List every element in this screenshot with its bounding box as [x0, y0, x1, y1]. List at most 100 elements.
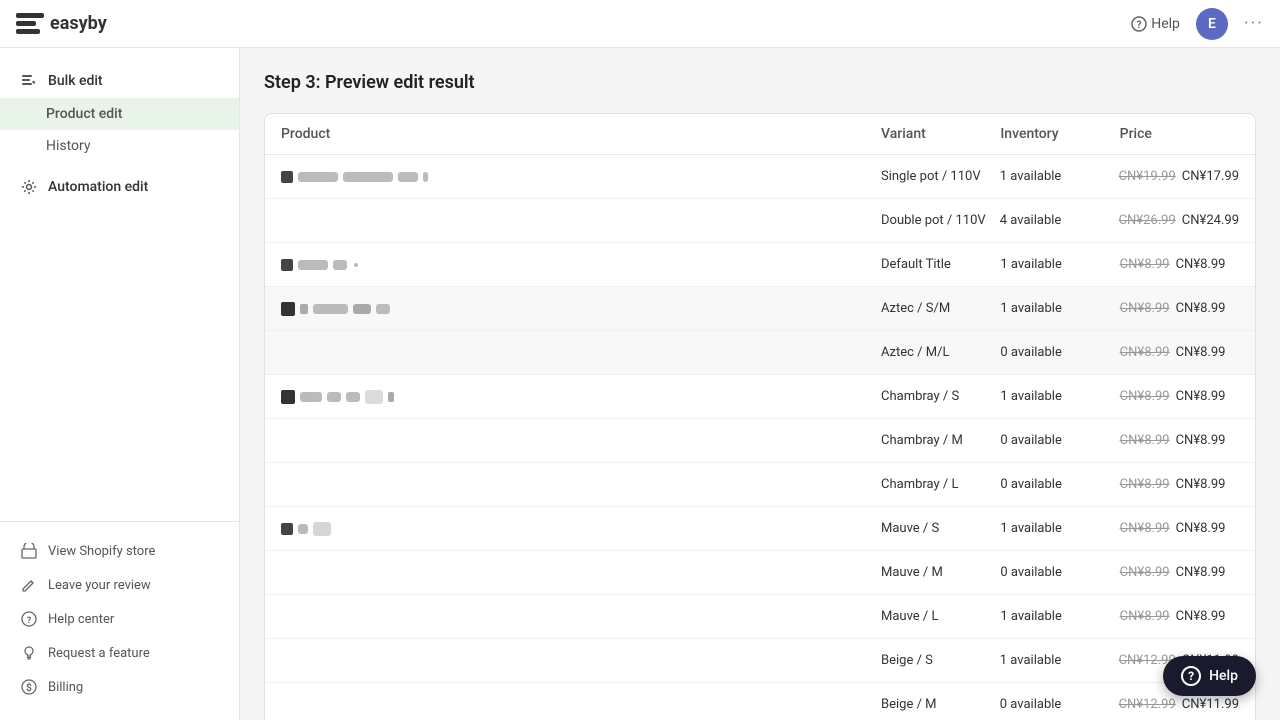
float-help-label: Help	[1209, 668, 1238, 684]
price-old: CN¥12.99	[1119, 697, 1176, 712]
help-button[interactable]: ? Help	[1131, 16, 1180, 32]
variant-cell: Default Title	[881, 257, 1000, 272]
price-old: CN¥8.99	[1120, 521, 1170, 536]
product-cell-p3	[281, 302, 881, 316]
p-block	[300, 304, 308, 314]
price-new: CN¥11.99	[1182, 697, 1239, 712]
price-cell: CN¥8.99 CN¥8.99	[1120, 301, 1239, 316]
product-name-block2	[343, 172, 393, 182]
price-new: CN¥8.99	[1176, 433, 1226, 448]
product-thumb	[281, 390, 295, 404]
p-block	[300, 392, 322, 402]
inventory-cell: 1 available	[1000, 257, 1119, 272]
price-old: CN¥8.99	[1120, 301, 1170, 316]
variant-cell: Single pot / 110V	[881, 169, 1000, 184]
sidebar-automation-section: Automation edit	[0, 170, 239, 204]
inventory-cell: 1 available	[1000, 169, 1119, 184]
bulb-icon	[20, 644, 38, 662]
sidebar-item-history[interactable]: History	[0, 130, 239, 162]
table-row: Mauve / M 0 available CN¥8.99 CN¥8.99	[265, 551, 1255, 595]
variant-cell: Beige / S	[881, 653, 1000, 668]
variant-cell: Aztec / S/M	[881, 301, 1000, 316]
sidebar-item-request-feature[interactable]: Request a feature	[0, 636, 239, 670]
bulk-edit-label: Bulk edit	[48, 73, 103, 89]
avatar[interactable]: E	[1196, 8, 1228, 40]
inventory-cell: 4 available	[1000, 213, 1119, 228]
price-cell: CN¥26.99 CN¥24.99	[1119, 213, 1239, 228]
store-icon	[20, 542, 38, 560]
col-inventory: Inventory	[1000, 126, 1119, 142]
price-cell: CN¥8.99 CN¥8.99	[1120, 521, 1239, 536]
table-row: Mauve / L 1 available CN¥8.99 CN¥8.99	[265, 595, 1255, 639]
price-cell: CN¥8.99 CN¥8.99	[1120, 477, 1239, 492]
p-block2	[327, 392, 341, 402]
product-cell-p2	[281, 259, 881, 271]
history-label: History	[46, 138, 91, 154]
table-row: Beige / M 0 available CN¥12.99 CN¥11.99	[265, 683, 1255, 720]
table-row: Single pot / 110V 1 available CN¥19.99 C…	[265, 155, 1255, 199]
p-block3	[353, 304, 371, 314]
table-row: Aztec / M/L 0 available CN¥8.99 CN¥8.99	[265, 331, 1255, 375]
float-help-icon: ?	[1181, 666, 1201, 686]
svg-text:$: $	[26, 681, 32, 694]
price-cell: CN¥19.99 CN¥17.99	[1119, 169, 1239, 184]
product-name-dot	[354, 263, 358, 267]
price-old: CN¥26.99	[1119, 213, 1176, 228]
product-cell-p5	[281, 522, 881, 536]
sidebar-item-product-edit[interactable]: Product edit	[0, 98, 239, 130]
table-row: Beige / S 1 available CN¥12.99 CN¥11.99	[265, 639, 1255, 683]
inventory-cell: 1 available	[1000, 653, 1119, 668]
product-name-block3	[398, 172, 418, 182]
product-name-block	[298, 172, 338, 182]
logo-icon	[16, 13, 44, 35]
price-new: CN¥8.99	[1176, 565, 1226, 580]
view-shopify-label: View Shopify store	[48, 544, 155, 559]
product-thumb	[281, 171, 293, 183]
app-header: easyby ? Help E ···	[0, 0, 1280, 48]
variant-cell: Mauve / L	[881, 609, 1000, 624]
sidebar-item-bulk-edit[interactable]: Bulk edit	[0, 64, 239, 98]
product-table: Product Variant Inventory Price Single p…	[264, 113, 1256, 720]
price-new: CN¥8.99	[1176, 609, 1226, 624]
price-new: CN¥8.99	[1176, 521, 1226, 536]
sidebar-item-billing[interactable]: $ Billing	[0, 670, 239, 704]
inventory-cell: 1 available	[1000, 301, 1119, 316]
dollar-icon: $	[20, 678, 38, 696]
variant-cell: Aztec / M/L	[881, 345, 1000, 360]
pencil-icon	[20, 576, 38, 594]
floating-help-button[interactable]: ? Help	[1163, 656, 1256, 696]
price-old: CN¥8.99	[1120, 345, 1170, 360]
table-row: Default Title 1 available CN¥8.99 CN¥8.9…	[265, 243, 1255, 287]
variant-cell: Chambray / M	[881, 433, 1000, 448]
inventory-cell: 0 available	[1000, 565, 1119, 580]
p-block2	[313, 304, 348, 314]
more-options-button[interactable]: ···	[1244, 13, 1264, 34]
sidebar-item-automation-edit[interactable]: Automation edit	[0, 170, 239, 204]
price-cell: CN¥12.99 CN¥11.99	[1119, 697, 1239, 712]
product-cell-p1	[281, 171, 881, 183]
col-variant: Variant	[881, 126, 1000, 142]
price-cell: CN¥8.99 CN¥8.99	[1120, 609, 1239, 624]
product-edit-label: Product edit	[46, 106, 122, 122]
header-right: ? Help E ···	[1131, 8, 1264, 40]
p-block3	[346, 392, 360, 402]
price-cell: CN¥8.99 CN¥8.99	[1120, 389, 1239, 404]
table-header: Product Variant Inventory Price	[265, 114, 1255, 155]
table-row: Chambray / L 0 available CN¥8.99 CN¥8.99	[265, 463, 1255, 507]
sidebar-item-help-center[interactable]: ? Help center	[0, 602, 239, 636]
product-thumb	[281, 259, 293, 271]
table-row: Chambray / M 0 available CN¥8.99 CN¥8.99	[265, 419, 1255, 463]
sidebar-item-view-shopify[interactable]: View Shopify store	[0, 534, 239, 568]
sidebar-item-leave-review[interactable]: Leave your review	[0, 568, 239, 602]
price-old: CN¥8.99	[1120, 565, 1170, 580]
table-row: Chambray / S 1 available CN¥8.99 CN¥8.99	[265, 375, 1255, 419]
price-new: CN¥8.99	[1176, 345, 1226, 360]
svg-text:?: ?	[1137, 20, 1142, 31]
price-new: CN¥8.99	[1176, 389, 1226, 404]
variant-cell: Mauve / M	[881, 565, 1000, 580]
sidebar-main-section: Bulk edit Product edit History	[0, 64, 239, 162]
price-cell: CN¥8.99 CN¥8.99	[1120, 565, 1239, 580]
variant-cell: Chambray / S	[881, 389, 1000, 404]
p-block4	[376, 304, 390, 314]
sidebar-bottom: View Shopify store Leave your review ?	[0, 521, 239, 704]
